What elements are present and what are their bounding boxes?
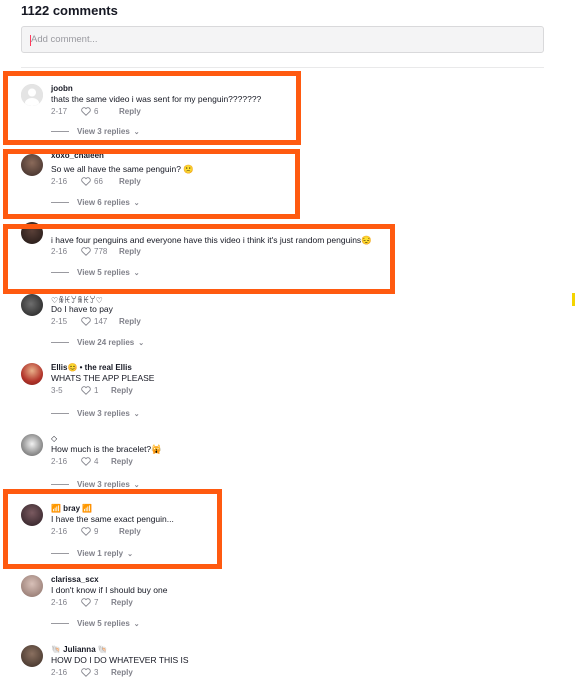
add-comment-input[interactable] <box>22 27 558 52</box>
highlight-box <box>3 71 301 145</box>
highlight-box <box>3 489 222 569</box>
chevron-down-icon: ⌄ <box>138 339 145 347</box>
divider-line <box>51 342 69 343</box>
comment-username[interactable]: ◇ <box>51 434 57 443</box>
view-replies-label: View 5 replies <box>77 619 130 628</box>
comment-meta: 2-15 147 Reply <box>51 317 141 326</box>
like-button[interactable]: 147 <box>81 317 119 326</box>
like-button[interactable]: 7 <box>81 598 111 607</box>
like-count: 3 <box>94 668 99 677</box>
view-replies-button[interactable]: View 3 replies ⌄ <box>51 480 140 489</box>
heart-icon <box>81 457 91 466</box>
comment-date: 2-16 <box>51 598 68 607</box>
highlight-box <box>3 149 300 219</box>
reply-button[interactable]: Reply <box>111 386 133 395</box>
comment-username[interactable]: 🐚 Julianna 🐚 <box>51 645 108 654</box>
divider-line <box>51 413 69 414</box>
reply-button[interactable]: Reply <box>119 317 141 326</box>
comments-count-title: 1122 comments <box>21 3 118 18</box>
comment-date: 3-5 <box>51 386 63 395</box>
comment-date: 2-16 <box>51 668 68 677</box>
view-replies-button[interactable]: View 3 replies ⌄ <box>51 409 140 418</box>
add-comment-field[interactable] <box>21 26 558 53</box>
scroll-marker <box>572 293 575 306</box>
comment-username[interactable]: Ellis😊 • the real Ellis <box>51 363 132 372</box>
comment-text: HOW DO I DO WHATEVER THIS IS <box>51 655 189 665</box>
comment-username[interactable]: clarissa_scx <box>51 575 99 584</box>
comment-text: WHATS THE APP PLEASE <box>51 373 155 383</box>
chevron-down-icon: ⌄ <box>133 481 140 489</box>
like-button[interactable]: 4 <box>81 457 111 466</box>
comment-text: I don't know if I should buy one <box>51 585 168 595</box>
heart-icon <box>81 317 91 326</box>
comment-date: 2-16 <box>51 457 68 466</box>
comment-date: 2-15 <box>51 317 68 326</box>
avatar[interactable] <box>21 363 43 385</box>
view-replies-label: View 24 replies <box>77 338 135 347</box>
avatar[interactable] <box>21 434 43 456</box>
highlight-box <box>3 224 395 294</box>
like-count: 147 <box>94 317 108 326</box>
avatar[interactable] <box>21 575 43 597</box>
avatar[interactable] <box>21 294 43 316</box>
reply-button[interactable]: Reply <box>111 668 133 677</box>
comment-meta: 2-16 7 Reply <box>51 598 133 607</box>
view-replies-button[interactable]: View 5 replies ⌄ <box>51 619 140 628</box>
view-replies-button[interactable]: View 24 replies ⌄ <box>51 338 144 347</box>
heart-icon <box>81 386 91 395</box>
view-replies-label: View 3 replies <box>77 480 130 489</box>
chevron-down-icon: ⌄ <box>133 620 140 628</box>
divider-line <box>51 484 69 485</box>
divider-line <box>51 623 69 624</box>
view-replies-label: View 3 replies <box>77 409 130 418</box>
comment-text: Do I have to pay <box>51 304 113 314</box>
avatar[interactable] <box>21 645 43 667</box>
chevron-down-icon: ⌄ <box>133 410 140 418</box>
like-count: 4 <box>94 457 99 466</box>
like-button[interactable]: 3 <box>81 668 111 677</box>
text-caret <box>30 35 31 46</box>
divider <box>21 67 544 68</box>
reply-button[interactable]: Reply <box>111 457 133 466</box>
heart-icon <box>81 668 91 677</box>
comment-text: How much is the bracelet?🙀 <box>51 444 162 454</box>
like-count: 7 <box>94 598 99 607</box>
comment-meta: 2-16 3 Reply <box>51 668 133 677</box>
heart-icon <box>81 598 91 607</box>
like-count: 1 <box>94 386 99 395</box>
like-button[interactable]: 1 <box>81 386 111 395</box>
comment-meta: 2-16 4 Reply <box>51 457 133 466</box>
comment-meta: 3-5 1 Reply <box>51 386 133 395</box>
reply-button[interactable]: Reply <box>111 598 133 607</box>
